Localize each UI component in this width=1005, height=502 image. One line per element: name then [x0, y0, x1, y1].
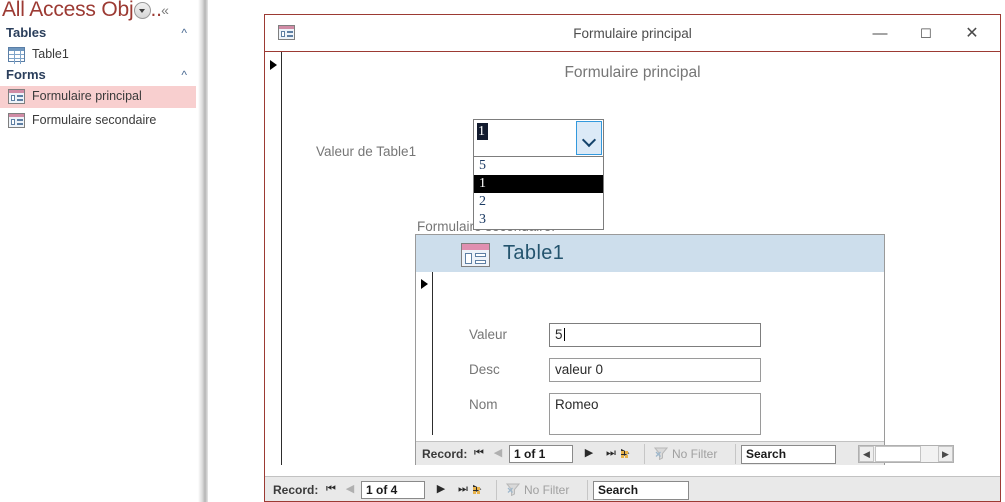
field-value-valeur: 5	[555, 327, 563, 342]
search-input[interactable]: Search	[593, 481, 689, 500]
table-icon	[8, 47, 25, 64]
subform-record-navigator: Record: ⏮ ◀ 1 of 1 ▶ ⏭ ▶ No Filter Searc…	[416, 441, 954, 465]
window-title-bar[interactable]: Formulaire principal — ☐ ✕	[265, 15, 1000, 52]
first-record-button[interactable]: ⏮	[323, 481, 339, 498]
record-label: Record:	[273, 483, 319, 497]
combo-box-dropdown-list[interactable]: 5 1 2 3	[473, 157, 604, 230]
combo-box-value: 1	[477, 123, 488, 140]
form-record-navigator: Record: ⏮ ◀ 1 of 4 ▶ ⏭ ▶ No Filter Searc…	[265, 476, 1000, 501]
subform-header: Table1	[416, 235, 884, 272]
navigator-separator	[496, 480, 497, 500]
combo-option[interactable]: 1	[474, 175, 603, 193]
text-caret	[563, 328, 565, 341]
field-input-nom[interactable]: Romeo	[549, 393, 761, 435]
field-input-desc[interactable]: valeur 0	[549, 358, 761, 382]
current-record-arrow-icon	[421, 279, 428, 289]
previous-record-button[interactable]: ◀	[342, 481, 358, 498]
navigation-pane-header: All Access Obje... «	[0, 0, 196, 24]
minimize-button[interactable]: —	[863, 23, 897, 45]
record-position-box[interactable]: 1 of 1	[509, 445, 573, 463]
combo-box-field[interactable]: 1	[473, 119, 604, 157]
chevron-down-circle-icon[interactable]	[134, 2, 151, 19]
previous-record-button[interactable]: ◀	[490, 445, 506, 462]
new-record-star-icon	[473, 487, 481, 494]
filter-icon	[654, 447, 668, 460]
chevron-up-icon[interactable]: ^	[181, 26, 187, 40]
form-icon	[8, 113, 25, 128]
new-record-button[interactable]: ▶	[473, 483, 481, 495]
collapse-nav-pane-icon[interactable]: «	[156, 1, 174, 19]
chevron-down-icon[interactable]	[576, 121, 602, 155]
combo-box-valeur-de-table1: 1 5 1 2 3	[473, 119, 604, 230]
scroll-right-button[interactable]: ▶	[938, 446, 953, 462]
navigation-pane-splitter[interactable]	[196, 0, 210, 502]
combo-option[interactable]: 5	[474, 157, 603, 175]
field-label-nom: Nom	[469, 397, 498, 412]
nav-group-label: Forms	[6, 67, 46, 82]
nav-item-label: Formulaire principal	[32, 89, 142, 103]
splitter-track[interactable]	[198, 0, 208, 502]
nav-item-formulaire-secondaire[interactable]: Formulaire secondaire	[0, 110, 196, 132]
record-position-box[interactable]: 1 of 4	[361, 481, 425, 499]
field-label-desc: Desc	[469, 362, 500, 377]
maximize-button[interactable]: ☐	[909, 23, 943, 45]
last-record-button[interactable]: ⏭	[455, 481, 471, 498]
filter-icon	[506, 483, 520, 496]
navigation-pane: All Access Obje... « Tables ^ Table1 For…	[0, 0, 196, 502]
record-selector-bar[interactable]	[265, 52, 282, 465]
new-record-star-icon	[621, 451, 629, 458]
new-record-button[interactable]: ▶	[621, 447, 629, 459]
filter-status-label[interactable]: No Filter	[672, 447, 717, 461]
next-record-button[interactable]: ▶	[433, 481, 449, 498]
subform-record-selector-bar[interactable]	[416, 272, 433, 435]
combo-option[interactable]: 2	[474, 193, 603, 211]
access-application-window: All Access Obje... « Tables ^ Table1 For…	[0, 0, 1005, 502]
first-record-button[interactable]: ⏮	[471, 445, 487, 462]
close-button[interactable]: ✕	[955, 23, 989, 45]
nav-group-label: Tables	[6, 25, 47, 40]
subform-header-title: Table1	[503, 242, 565, 264]
nav-group-tables[interactable]: Tables ^	[0, 24, 196, 44]
record-label: Record:	[422, 447, 468, 461]
scrollbar-thumb[interactable]	[875, 446, 921, 462]
nav-group-forms[interactable]: Forms ^	[0, 66, 196, 86]
field-label-valeur: Valeur	[469, 327, 508, 342]
form-header-title: Formulaire principal	[564, 64, 701, 81]
form-icon	[461, 243, 490, 267]
navigator-separator	[644, 444, 645, 464]
nav-item-label: Formulaire secondaire	[32, 113, 157, 127]
horizontal-scrollbar[interactable]: ◀ ▶	[858, 445, 954, 463]
scroll-left-button[interactable]: ◀	[859, 446, 874, 462]
nav-item-label: Table1	[32, 47, 69, 61]
chevron-up-icon[interactable]: ^	[181, 68, 187, 82]
formulaire-principal-window: Formulaire principal — ☐ ✕ Formulaire pr…	[264, 14, 1001, 502]
next-record-button[interactable]: ▶	[581, 445, 597, 462]
navigator-separator	[587, 480, 588, 500]
form-body: Formulaire principal Valeur de Table1 Fo…	[265, 52, 1000, 465]
last-record-button[interactable]: ⏭	[603, 445, 619, 462]
subform-container: Table1 Valeur 5 Desc valeur 0 Nom Romeo …	[415, 234, 954, 465]
navigator-separator	[735, 444, 736, 464]
form-icon	[8, 89, 25, 104]
filter-status-label[interactable]: No Filter	[524, 483, 569, 497]
nav-item-formulaire-principal[interactable]: Formulaire principal	[0, 86, 196, 108]
nav-item-table1[interactable]: Table1	[0, 44, 196, 66]
search-input[interactable]: Search	[741, 445, 836, 464]
combo-field-label: Valeur de Table1	[316, 144, 417, 159]
field-input-valeur[interactable]: 5	[549, 323, 761, 347]
combo-option[interactable]: 3	[474, 211, 603, 229]
